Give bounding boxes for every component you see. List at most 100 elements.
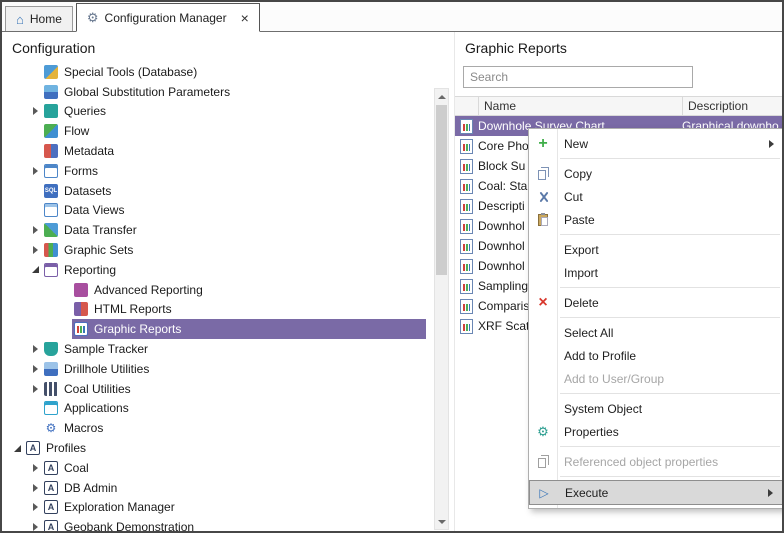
report-icon xyxy=(460,119,473,134)
tree-item-label: Macros xyxy=(64,421,107,435)
description-column-header[interactable]: Description xyxy=(683,97,784,115)
menu-item-label: Add to Profile xyxy=(557,349,636,363)
menu-item-label: Import xyxy=(557,266,598,280)
tree-item-label: Data Views xyxy=(64,203,128,217)
data-transfer-icon xyxy=(44,223,58,237)
tab-configuration-manager[interactable]: ⚙ Configuration Manager × xyxy=(76,3,260,32)
tree-item-advanced-reporting[interactable]: Advanced Reporting xyxy=(2,280,426,300)
menu-item-new[interactable]: + New xyxy=(529,132,783,155)
tree-item-forms[interactable]: Forms xyxy=(2,161,426,181)
expand-icon[interactable] xyxy=(28,385,42,393)
expand-icon[interactable] xyxy=(28,246,42,254)
menu-item-paste[interactable]: Paste xyxy=(529,208,783,231)
report-icon xyxy=(460,319,473,334)
tree-item-label: Metadata xyxy=(64,144,118,158)
coal-utilities-icon xyxy=(44,382,58,396)
tree-item-profiles[interactable]: Profiles xyxy=(2,438,426,458)
tree-item-queries[interactable]: Queries xyxy=(2,102,426,122)
report-icon xyxy=(460,219,473,234)
tree-item-label: Datasets xyxy=(64,184,115,198)
tree-item-label: Advanced Reporting xyxy=(94,283,207,297)
exploration-manager-profile-icon xyxy=(44,500,58,514)
close-icon[interactable]: × xyxy=(241,11,249,25)
collapse-icon[interactable] xyxy=(28,266,42,273)
configuration-panel-title: Configuration xyxy=(2,32,454,60)
tree-item-geobank-demonstration[interactable]: Geobank Demonstration xyxy=(2,517,426,533)
tree-item-metadata[interactable]: Metadata xyxy=(2,141,426,161)
collapse-icon[interactable] xyxy=(10,445,24,452)
submenu-arrow-icon xyxy=(769,140,774,148)
icon-column-header[interactable] xyxy=(455,97,479,115)
expand-icon[interactable] xyxy=(28,464,42,472)
tree-item-data-views[interactable]: Data Views xyxy=(2,201,426,221)
scroll-up-icon[interactable] xyxy=(435,89,448,104)
tree-item-reporting[interactable]: Reporting xyxy=(2,260,426,280)
tree-item-macros[interactable]: Macros xyxy=(2,418,426,438)
expand-icon[interactable] xyxy=(28,503,42,511)
tree-scrollbar[interactable] xyxy=(434,88,449,530)
metadata-icon xyxy=(44,144,58,158)
copy-icon xyxy=(538,170,546,180)
scroll-down-icon[interactable] xyxy=(435,514,448,529)
tree-item-drillhole-utilities[interactable]: Drillhole Utilities xyxy=(2,359,426,379)
report-icon xyxy=(460,139,473,154)
tree-item-applications[interactable]: Applications xyxy=(2,399,426,419)
search-input[interactable] xyxy=(463,66,693,88)
geobank-demonstration-profile-icon xyxy=(44,520,58,533)
tab-home[interactable]: ⌂ Home xyxy=(5,6,73,31)
db-admin-profile-icon xyxy=(44,481,58,495)
expand-icon[interactable] xyxy=(28,107,42,115)
menu-item-cut[interactable]: Cut xyxy=(529,185,783,208)
menu-item-export[interactable]: Export xyxy=(529,238,783,261)
menu-separator xyxy=(560,393,780,394)
datasets-icon xyxy=(44,184,58,198)
menu-separator xyxy=(560,476,780,477)
menu-item-delete[interactable]: × Delete xyxy=(529,291,783,314)
tree-item-coal[interactable]: Coal xyxy=(2,458,426,478)
tree-item-special-tools[interactable]: Special Tools (Database) xyxy=(2,62,426,82)
menu-item-import[interactable]: Import xyxy=(529,261,783,284)
expand-icon[interactable] xyxy=(28,365,42,373)
tree-item-html-reports[interactable]: HTML Reports xyxy=(2,300,426,320)
advanced-reporting-icon xyxy=(74,283,88,297)
menu-item-properties[interactable]: ⚙ Properties xyxy=(529,420,783,443)
tree-item-data-transfer[interactable]: Data Transfer xyxy=(2,220,426,240)
global-substitution-parameters-icon xyxy=(44,85,58,99)
menu-item-add-to-profile[interactable]: Add to Profile xyxy=(529,344,783,367)
name-column-header[interactable]: Name xyxy=(479,97,683,115)
menu-separator xyxy=(560,234,780,235)
plus-icon: + xyxy=(538,136,547,152)
tree-item-label: Graphic Sets xyxy=(64,243,137,257)
tree-item-graphic-reports[interactable]: Graphic Reports xyxy=(2,319,426,339)
tree-item-graphic-sets[interactable]: Graphic Sets xyxy=(2,240,426,260)
home-icon: ⌂ xyxy=(16,13,24,26)
expand-icon[interactable] xyxy=(28,484,42,492)
menu-item-select-all[interactable]: Select All xyxy=(529,321,783,344)
tree-item-db-admin[interactable]: DB Admin xyxy=(2,478,426,498)
tree-item-coal-utilities[interactable]: Coal Utilities xyxy=(2,379,426,399)
menu-item-execute[interactable]: ▷ Execute xyxy=(529,480,783,505)
menu-item-copy[interactable]: Copy xyxy=(529,162,783,185)
wrench-icon: ⚙ xyxy=(87,11,99,24)
tree-item-exploration-manager[interactable]: Exploration Manager xyxy=(2,498,426,518)
expand-icon[interactable] xyxy=(28,167,42,175)
tree-item-global-substitution-parameters[interactable]: Global Substitution Parameters xyxy=(2,82,426,102)
expand-icon[interactable] xyxy=(28,226,42,234)
tree-item-label: Reporting xyxy=(64,263,120,277)
configuration-manager-window: ⌂ Home ⚙ Configuration Manager × Configu… xyxy=(0,0,784,533)
data-views-icon xyxy=(44,203,58,217)
report-icon xyxy=(460,299,473,314)
forms-icon xyxy=(44,164,58,178)
submenu-arrow-icon xyxy=(768,489,773,497)
menu-separator xyxy=(560,446,780,447)
scrollbar-thumb[interactable] xyxy=(436,105,447,275)
tree-item-sample-tracker[interactable]: Sample Tracker xyxy=(2,339,426,359)
execute-play-icon: ▷ xyxy=(539,487,548,499)
configuration-panel: Configuration Special Tools (Database) G… xyxy=(2,32,454,533)
tree-item-flow[interactable]: Flow xyxy=(2,121,426,141)
menu-item-system-object[interactable]: System Object xyxy=(529,397,783,420)
tree-item-label: Queries xyxy=(64,104,110,118)
expand-icon[interactable] xyxy=(28,345,42,353)
expand-icon[interactable] xyxy=(28,523,42,531)
tree-item-datasets[interactable]: Datasets xyxy=(2,181,426,201)
